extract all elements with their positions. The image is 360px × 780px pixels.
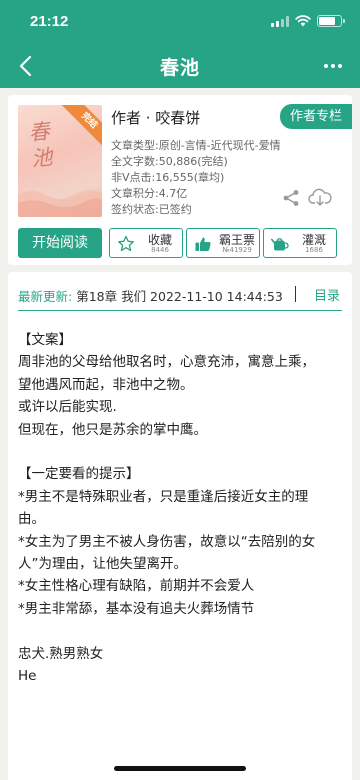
meta-sign-status: 签约状态:已签约 (111, 203, 192, 216)
signal-icon (271, 15, 289, 27)
meta-word-count: 全文字数:50,886(完结) (111, 155, 228, 168)
summary-line: 但现在，他只是苏余的掌中鹰。 (18, 421, 207, 438)
divider (18, 310, 342, 311)
latest-update-label: 最新更新: (18, 289, 73, 304)
summary-line: 忠犬.熟男熟女 (18, 645, 104, 662)
author-column-button[interactable]: 作者专栏 (280, 104, 352, 129)
cloud-download-icon[interactable] (308, 187, 332, 207)
summary-line: 【文案】 (18, 332, 72, 348)
watering-can-icon (271, 238, 289, 251)
summary-line: *女主性格心理有缺陷，前期并不会爱人 (18, 578, 255, 595)
more-icon[interactable] (320, 54, 346, 78)
status-time: 21:12 (30, 13, 69, 30)
book-meta: 文章类型:原创-言情-近代现代-爱情 全文字数:50,886(完结) 非V点击:… (111, 138, 281, 218)
summary-line: 周非池的父母给他取名时，心意充沛，寓意上乘， (18, 354, 315, 371)
home-indicator[interactable] (114, 766, 246, 771)
summary-line: 或许以后能实现. (18, 399, 117, 416)
meta-genre: 文章类型:原创-言情-近代现代-爱情 (111, 139, 281, 152)
status-bar: 21:12 (0, 0, 360, 44)
summary-line: *男主非常舔，基本没有追夫火葬场情节 (18, 600, 255, 617)
summary-line: *男主不是特殊职业者，只是重逢后接近女主的理 (18, 488, 309, 505)
collect-count: 8446 (151, 246, 169, 254)
water-count: 1686 (305, 246, 323, 254)
summary-line: 由。 (18, 511, 45, 528)
water-button[interactable]: 灌溉 1686 (263, 228, 337, 258)
summary-text: 【文案】 周非池的父母给他取名时，心意充沛，寓意上乘， 望他遇风而起，非池中之物… (18, 329, 336, 687)
summary-line: 望他遇风而起，非池中之物。 (18, 376, 194, 393)
summary-line: *女主为了男主不被人身伤害，故意以“去陪别的女 (18, 533, 316, 550)
page-title: 春池 (159, 57, 200, 79)
latest-update[interactable]: 最新更新: 第18章 我们 2022-11-10 14:44:53 (18, 286, 342, 305)
completed-badge: 完结 (61, 105, 102, 149)
meta-score: 文章积分:4.7亿 (111, 187, 188, 200)
thumbs-up-icon (195, 237, 211, 251)
author-name[interactable]: 作者 · 咬春饼 (111, 107, 200, 128)
summary-line: 【一定要看的提示】 (18, 466, 140, 483)
table-of-contents-link[interactable]: 目录 (314, 285, 340, 304)
nav-bar: 春池 (0, 44, 360, 88)
battery-icon (317, 15, 345, 27)
share-icon[interactable] (282, 189, 300, 207)
summary-line: 人”为理由，让他失望离开。 (18, 556, 187, 573)
meta-clicks: 非V点击:16,555(章均) (111, 171, 225, 184)
collect-button[interactable]: 收藏 8446 (109, 228, 183, 258)
divider (295, 286, 296, 302)
wifi-icon (295, 15, 311, 27)
cover-title: 春池 (27, 119, 54, 172)
summary-line: He (18, 668, 37, 685)
overlord-ticket-count: №41929 (222, 246, 252, 254)
book-info-card: 春池 完结 作者 · 咬春饼 作者专栏 文章类型:原创-言情-近代现代-爱情 全… (8, 95, 352, 265)
start-reading-button[interactable]: 开始阅读 (18, 228, 102, 258)
overlord-ticket-button[interactable]: 霸王票 №41929 (186, 228, 260, 258)
book-cover[interactable]: 春池 完结 (18, 105, 102, 217)
app-header: 21:12 春池 (0, 0, 360, 88)
status-icons (271, 15, 345, 27)
book-summary-panel: 最新更新: 第18章 我们 2022-11-10 14:44:53 目录 【文案… (8, 272, 352, 780)
latest-update-text: 第18章 我们 2022-11-10 14:44:53 (76, 289, 283, 304)
star-icon (118, 235, 134, 252)
cover-art (18, 190, 102, 217)
